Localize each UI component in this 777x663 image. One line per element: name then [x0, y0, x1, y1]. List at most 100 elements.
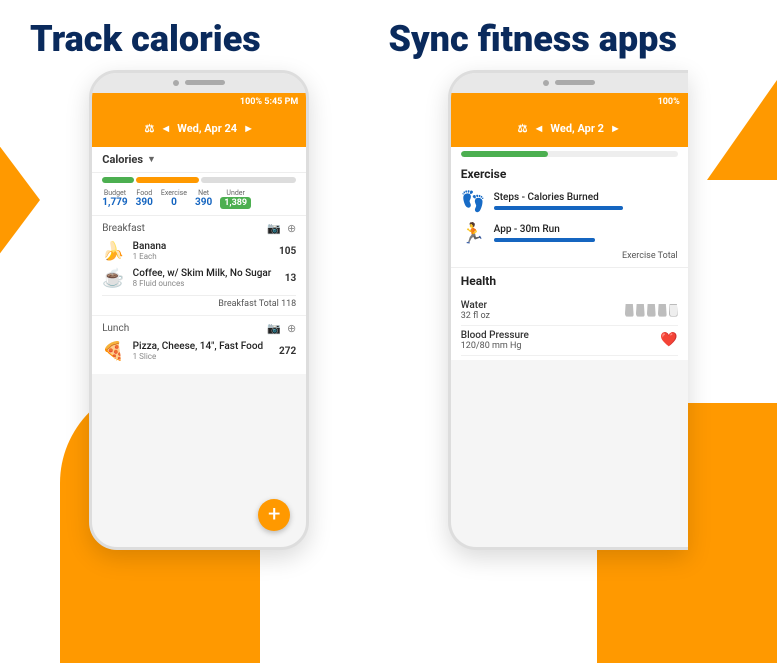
phone-1-status-text: 100% 5:45 PM — [240, 97, 298, 107]
glass-5 — [669, 304, 678, 317]
steps-exercise-item[interactable]: 👣 Steps - Calories Burned — [451, 185, 688, 217]
phone-1-speaker-icon — [185, 80, 225, 85]
water-health-item[interactable]: Water 32 fl oz — [461, 296, 678, 326]
calories-header[interactable]: Calories ▼ — [92, 147, 306, 173]
header: Track calories Sync fitness apps — [0, 0, 777, 70]
run-icon: 🏃 — [461, 221, 486, 245]
phone-2-nav-bar: ⚖ ◄ Wed, Apr 2 ► — [451, 111, 688, 147]
food-stat: Food 390 — [136, 189, 153, 209]
lunch-title: Lunch — [102, 323, 129, 334]
run-exercise-item[interactable]: 🏃 App - 30m Run — [451, 217, 688, 249]
breakfast-header: Breakfast 📷 ⊕ — [102, 222, 296, 235]
pizza-desc: 1 Slice — [133, 352, 271, 361]
breakfast-total: Breakfast Total 118 — [102, 295, 296, 309]
lunch-icons: 📷 ⊕ — [267, 322, 296, 335]
bp-value: 120/80 mm Hg — [461, 341, 529, 351]
water-value: 32 fl oz — [461, 311, 490, 321]
blood-pressure-health-item[interactable]: Blood Pressure 120/80 mm Hg ❤️ — [461, 326, 678, 356]
run-bar — [494, 238, 595, 242]
cal-bar-orange — [136, 177, 199, 183]
phone-2-top-bar — [451, 73, 688, 93]
calories-dropdown-icon: ▼ — [147, 154, 156, 165]
calories-label: Calories — [102, 153, 143, 166]
budget-value: 1,779 — [102, 197, 127, 208]
phone-2-speaker-icon — [555, 80, 595, 85]
net-stat: Net 390 — [195, 189, 212, 209]
health-section: Water 32 fl oz Blood Pressure — [451, 292, 688, 360]
add-food-icon[interactable]: ⊕ — [287, 222, 296, 235]
lunch-header: Lunch 📷 ⊕ — [102, 322, 296, 335]
lunch-section: Lunch 📷 ⊕ 🍕 Pizza, Cheese, 14", Fast Foo… — [92, 316, 306, 374]
steps-info: Steps - Calories Burned — [494, 192, 678, 210]
add-food-fab[interactable]: + — [258, 499, 290, 531]
camera-icon[interactable]: 📷 — [267, 222, 281, 235]
calories-bar — [92, 173, 306, 187]
phone-1-top-bar — [92, 73, 306, 93]
food-item-banana[interactable]: 🍌 Banana 1 Each 105 — [102, 241, 296, 262]
coffee-desc: 8 Fluid ounces — [133, 279, 277, 288]
steps-name: Steps - Calories Burned — [494, 192, 678, 203]
cal-bar-green — [102, 177, 134, 183]
exercise-section-title: Exercise — [451, 161, 688, 185]
breakfast-icons: 📷 ⊕ — [267, 222, 296, 235]
left-arrow-icon[interactable]: ◄ — [160, 122, 171, 135]
banana-name: Banana — [133, 241, 271, 252]
phone-1-camera-icon — [173, 80, 179, 86]
coffee-icon: ☕ — [102, 268, 124, 289]
exercise-value: 0 — [171, 197, 177, 208]
budget-stat: Budget 1,779 — [102, 189, 127, 209]
breakfast-title: Breakfast — [102, 223, 145, 234]
pizza-cal: 272 — [279, 346, 296, 357]
run-name: App - 30m Run — [494, 224, 678, 235]
coffee-cal: 13 — [285, 273, 296, 284]
food-item-pizza[interactable]: 🍕 Pizza, Cheese, 14", Fast Food 1 Slice … — [102, 341, 296, 362]
health-section-title: Health — [451, 268, 688, 292]
p2-progress-fill — [461, 151, 548, 157]
under-label: Under — [226, 189, 244, 197]
steps-icon: 👣 — [461, 189, 486, 213]
phone-2-camera-icon — [543, 80, 549, 86]
lunch-camera-icon[interactable]: 📷 — [267, 322, 281, 335]
exercise-total-label: Exercise Total — [451, 249, 688, 268]
breakfast-total-value: 118 — [281, 299, 296, 309]
coffee-info: Coffee, w/ Skim Milk, No Sugar 8 Fluid o… — [133, 268, 277, 288]
right-arrow-icon-2[interactable]: ► — [610, 122, 621, 135]
nav-date-2: Wed, Apr 2 — [550, 122, 604, 135]
phone-1-nav-bar: ⚖ ◄ Wed, Apr 24 ► — [92, 111, 306, 147]
water-label-group: Water 32 fl oz — [461, 300, 490, 321]
right-arrow-icon[interactable]: ► — [243, 122, 254, 135]
p2-progress-bar — [461, 151, 678, 157]
pizza-icon: 🍕 — [102, 341, 124, 362]
glass-4 — [658, 304, 667, 317]
glass-1 — [625, 304, 634, 317]
phone-2-status-text: 100% — [658, 97, 680, 107]
exercise-label: Exercise — [161, 189, 187, 197]
coffee-name: Coffee, w/ Skim Milk, No Sugar — [133, 268, 277, 279]
sync-fitness-title: Sync fitness apps — [389, 20, 748, 60]
glass-2 — [636, 304, 645, 317]
nav-date: Wed, Apr 24 — [177, 122, 237, 135]
phone-1: 100% 5:45 PM ⚖ ◄ Wed, Apr 24 ► Calories … — [89, 70, 309, 550]
phone-1-body: Calories ▼ Budget 1,779 Food 390 — [92, 147, 306, 374]
steps-bar — [494, 206, 623, 210]
phone-2-body: Exercise 👣 Steps - Calories Burned 🏃 App… — [451, 147, 688, 360]
phones-container: 100% 5:45 PM ⚖ ◄ Wed, Apr 24 ► Calories … — [0, 70, 777, 550]
phone-2: 100% ⚖ ◄ Wed, Apr 2 ► Exercise 👣 Steps -… — [448, 70, 688, 550]
under-stat: Under 1,389 — [220, 189, 251, 209]
cal-bar-gray — [201, 177, 296, 183]
food-item-coffee[interactable]: ☕ Coffee, w/ Skim Milk, No Sugar 8 Fluid… — [102, 268, 296, 289]
budget-label: Budget — [104, 189, 126, 197]
left-arrow-icon-2[interactable]: ◄ — [534, 122, 545, 135]
under-value: 1,389 — [220, 197, 251, 209]
calories-stats-row: Budget 1,779 Food 390 Exercise 0 Net 390… — [92, 187, 306, 216]
phone-1-status-bar: 100% 5:45 PM — [92, 93, 306, 111]
exercise-stat: Exercise 0 — [161, 189, 187, 209]
run-info: App - 30m Run — [494, 224, 678, 242]
pizza-info: Pizza, Cheese, 14", Fast Food 1 Slice — [133, 341, 271, 361]
lunch-add-icon[interactable]: ⊕ — [287, 322, 296, 335]
net-label: Net — [198, 189, 209, 197]
banana-icon: 🍌 — [102, 241, 124, 262]
phone-2-status-bar: 100% — [451, 93, 688, 111]
heart-icon: ❤️ — [660, 332, 677, 348]
glass-3 — [647, 304, 656, 317]
